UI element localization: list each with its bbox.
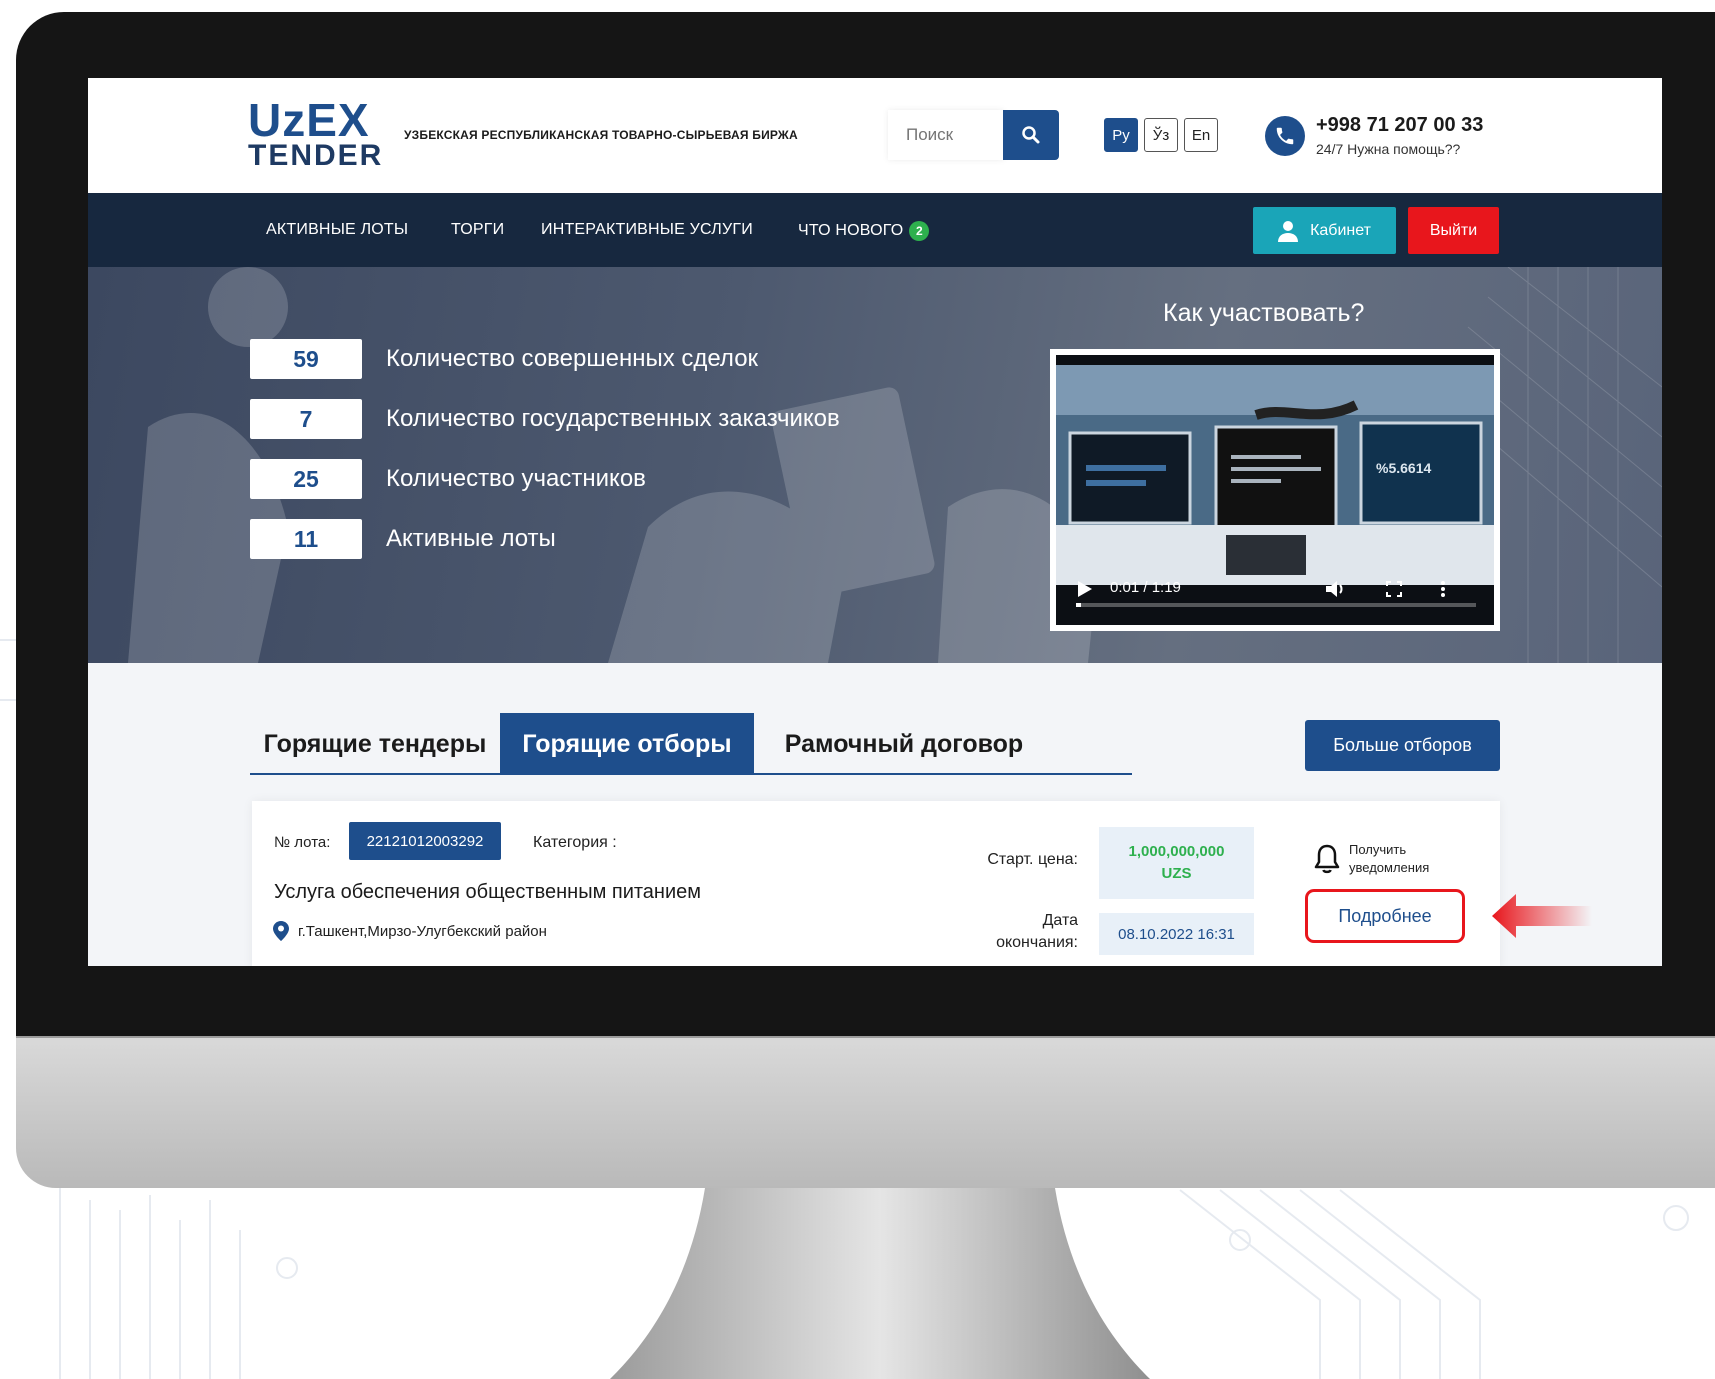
nav-interactive-services[interactable]: ИНТЕРАКТИВНЫЕ УСЛУГИ <box>541 221 753 239</box>
red-arrow-pointer-icon <box>1492 894 1592 938</box>
end-date-label-line2: окончания: <box>996 934 1078 951</box>
video-frame: %5.6614 <box>1056 365 1494 585</box>
logout-button[interactable]: Выйти <box>1408 207 1499 254</box>
fullscreen-icon[interactable] <box>1386 581 1402 597</box>
how-to-participate-title: Как участвовать? <box>1163 299 1365 327</box>
stat-participants-count: 25 <box>250 459 362 499</box>
lot-number-label: № лота: <box>274 834 331 851</box>
end-date-value: 08.10.2022 16:31 <box>1099 913 1254 955</box>
phone-number[interactable]: +998 71 207 00 33 <box>1316 114 1483 137</box>
notify-line1: Получить <box>1349 842 1407 857</box>
stat-customers-label: Количество государственных заказчиков <box>386 405 840 432</box>
volume-icon[interactable] <box>1326 580 1346 598</box>
details-button[interactable]: Подробнее <box>1305 889 1465 943</box>
phone-icon <box>1265 116 1305 156</box>
video-progress-fill <box>1076 603 1082 607</box>
hero-banner: 59 Количество совершенных сделок 7 Колич… <box>88 267 1662 663</box>
tab-hot-tenders[interactable]: Горящие тендеры <box>250 713 500 775</box>
tab-framework-agreement[interactable]: Рамочный договор <box>754 713 1054 775</box>
stat-active-lots-count: 11 <box>250 519 362 559</box>
start-price-amount: 1,000,000,000 <box>1128 843 1225 860</box>
start-price-currency: UZS <box>1161 865 1192 882</box>
exchange-tagline: УЗБЕКСКАЯ РЕСПУБЛИКАНСКАЯ ТОВАРНО-СЫРЬЕВ… <box>404 128 798 142</box>
nav-auctions[interactable]: ТОРГИ <box>451 221 504 239</box>
logo-line1: UzEX <box>248 94 370 146</box>
browser-screen: UzEX TENDER УЗБЕКСКАЯ РЕСПУБЛИКАНСКАЯ ТО… <box>88 78 1662 966</box>
nav-whats-new[interactable]: ЧТО НОВОГО 2 <box>798 221 930 241</box>
stat-customers-count: 7 <box>250 399 362 439</box>
svg-text:%5.6614: %5.6614 <box>1376 460 1431 476</box>
location-pin-icon <box>273 921 289 941</box>
get-notifications-link[interactable]: Получить уведомления <box>1349 841 1429 877</box>
search-input[interactable] <box>888 110 1004 160</box>
video-progress-bar[interactable] <box>1076 603 1476 607</box>
lot-location: г.Ташкент,Мирзо-Улугбекский район <box>298 923 547 940</box>
cabinet-label: Кабинет <box>1310 221 1371 239</box>
bell-icon[interactable] <box>1313 843 1341 875</box>
nav-whats-new-label: ЧТО НОВОГО <box>798 222 904 240</box>
end-date-label: Дата окончания: <box>948 910 1078 954</box>
search-button[interactable] <box>1003 110 1059 160</box>
search-box <box>888 110 1004 160</box>
tabs-underline <box>250 773 1132 775</box>
notify-line2: уведомления <box>1349 860 1430 875</box>
lot-number[interactable]: 22121012003292 <box>349 822 501 860</box>
site-header: UzEX TENDER УЗБЕКСКАЯ РЕСПУБЛИКАНСКАЯ ТО… <box>88 78 1662 193</box>
start-price-label: Старт. цена: <box>987 851 1078 868</box>
lot-title[interactable]: Услуга обеспечения общественным питанием <box>274 881 701 904</box>
logo-line2: TENDER <box>248 139 384 172</box>
stat-active-lots-label: Активные лоты <box>386 525 556 552</box>
video-player[interactable]: %5.6614 0:01 / 1:19 <box>1050 349 1500 631</box>
user-icon <box>1278 220 1299 242</box>
lot-category-label: Категория : <box>533 834 617 851</box>
tab-hot-selections[interactable]: Горящие отборы <box>500 713 754 775</box>
cabinet-button[interactable]: Кабинет <box>1253 207 1396 254</box>
stat-participants-label: Количество участников <box>386 465 646 492</box>
lang-ru-button[interactable]: Ру <box>1104 118 1138 152</box>
lang-en-button[interactable]: En <box>1184 118 1218 152</box>
uzex-logo[interactable]: UzEX TENDER <box>248 94 388 172</box>
nav-active-lots[interactable]: АКТИВНЫЕ ЛОТЫ <box>266 221 408 239</box>
main-nav: АКТИВНЫЕ ЛОТЫ ТОРГИ ИНТЕРАКТИВНЫЕ УСЛУГИ… <box>88 193 1662 267</box>
play-icon[interactable] <box>1078 581 1092 597</box>
video-time: 0:01 / 1:19 <box>1110 579 1181 596</box>
more-selections-button[interactable]: Больше отборов <box>1305 720 1500 771</box>
news-count-badge: 2 <box>909 221 930 241</box>
search-icon <box>1022 126 1040 144</box>
lots-section: Горящие тендеры Горящие отборы Рамочный … <box>88 663 1662 966</box>
lot-card: № лота: 22121012003292 Категория : Услуг… <box>252 801 1500 966</box>
stat-deals-count: 59 <box>250 339 362 379</box>
start-price-value: 1,000,000,000 UZS <box>1099 827 1254 899</box>
monitor-chin <box>16 1036 1715 1188</box>
lang-uz-button[interactable]: Ўз <box>1144 118 1178 152</box>
end-date-label-line1: Дата <box>1042 912 1078 929</box>
help-text: 24/7 Нужна помощь?? <box>1316 141 1461 157</box>
more-options-icon[interactable] <box>1440 580 1446 598</box>
stat-deals-label: Количество совершенных сделок <box>386 345 759 372</box>
